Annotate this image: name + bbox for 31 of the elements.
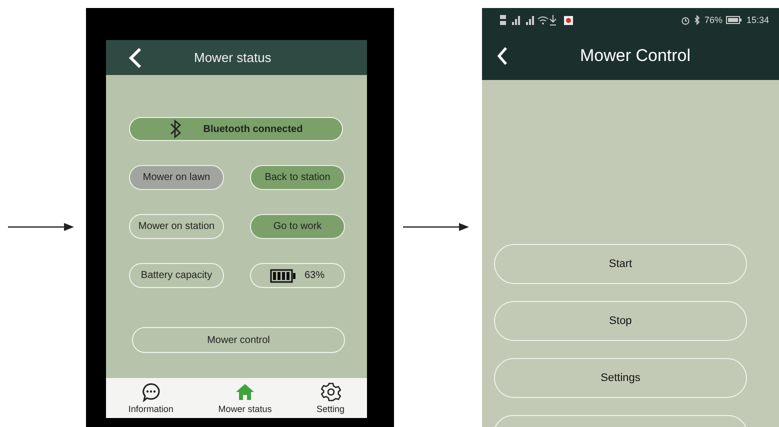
back-icon[interactable] [496,46,508,66]
action-button[interactable]: Go to work [250,214,345,239]
control-button[interactable]: Start [494,244,747,284]
battery-percent: 76% [704,15,722,25]
status-indicator: Battery capacity [129,263,224,288]
settings-icon [320,382,341,402]
clock: 15:34 [746,15,769,25]
home-icon [234,382,255,402]
battery-icon [270,268,296,282]
back-icon[interactable] [128,46,142,68]
arrow [8,222,74,232]
bluetooth-icon [169,119,184,139]
alarm-icon [681,16,690,24]
chat-icon [140,382,161,402]
notification-icon [564,16,573,24]
battery-percent: 63% [304,270,324,281]
tab[interactable]: Setting [316,378,345,418]
tab[interactable]: Information [128,378,174,418]
screen-title: Mower status [194,50,272,65]
control-button[interactable]: Stop [494,301,747,341]
arrow [403,222,469,232]
battery-icon [726,16,742,24]
control-button[interactable]: Settings [494,358,747,398]
screen-title: Mower Control [580,46,691,66]
status-indicator: Mower on station [129,214,224,239]
mower-control-button[interactable]: Mower control [132,327,345,353]
tab[interactable]: Mower status [218,378,272,418]
bluetooth-label: Bluetooth connected [203,124,303,134]
action-button[interactable]: Back to station [250,165,345,190]
bluetooth-icon [694,15,700,25]
status-indicator: Mower on lawn [129,165,224,190]
